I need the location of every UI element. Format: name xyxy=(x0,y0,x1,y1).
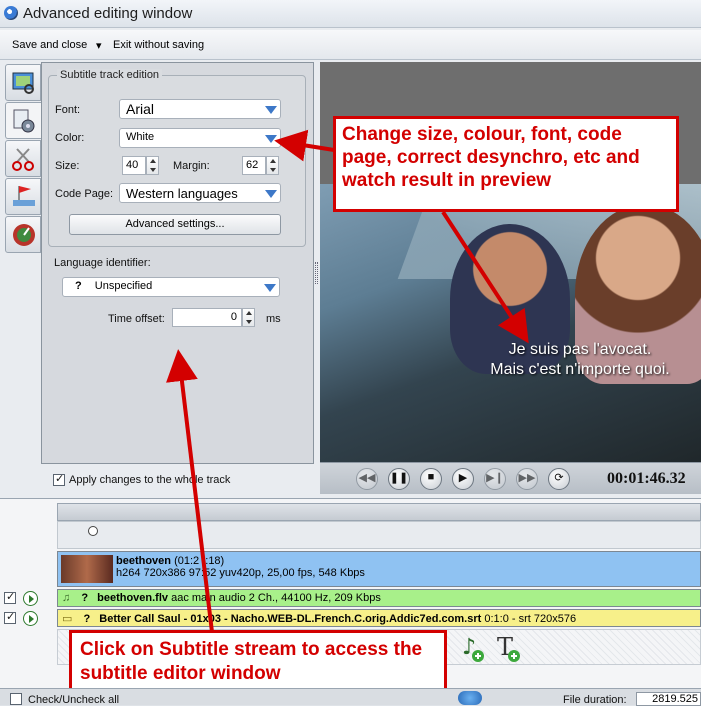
advanced-editing-window: Advanced editing window Save and close ▾… xyxy=(0,0,701,706)
annotation-arrows xyxy=(166,129,529,633)
arrow-to-panel xyxy=(166,349,214,633)
arrow-to-settings xyxy=(274,129,335,162)
arrow-to-preview xyxy=(441,210,529,344)
